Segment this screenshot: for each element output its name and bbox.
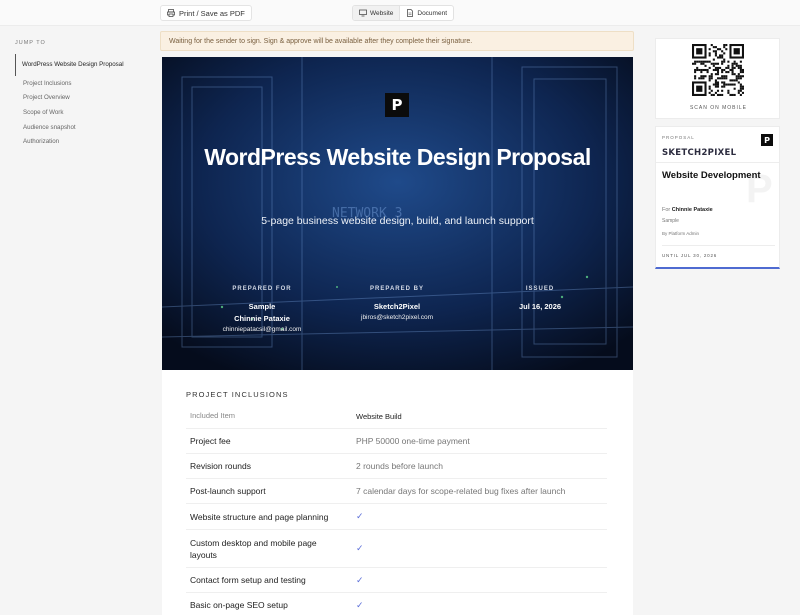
- proposal-logo: P: [761, 134, 773, 146]
- check-icon: ✓: [356, 511, 364, 521]
- toc-item-proposal[interactable]: WordPress Website Design Proposal: [15, 54, 135, 76]
- toc-item-project-overview[interactable]: Project Overview: [15, 91, 135, 106]
- column-header-item: Included Item: [190, 411, 236, 420]
- hero-section: NETWORK 3 P WordPress Website Design Pro…: [162, 57, 633, 370]
- proposal-subtitle: 5-page business website design, build, a…: [261, 215, 534, 227]
- print-save-pdf-button[interactable]: Print / Save as PDF: [160, 5, 252, 21]
- issued-block: ISSUED Jul 16, 2026: [465, 286, 615, 311]
- prepared-by-block: PREPARED BY Sketch2Pixel jbiros@sketch2p…: [322, 286, 472, 321]
- top-toolbar: Print / Save as PDF Website Document: [0, 0, 800, 26]
- issued-label: ISSUED: [525, 286, 555, 292]
- prepared-for-block: PREPARED FOR Sample Chinnie Pataxie chin…: [187, 286, 337, 333]
- proposal-for: For Chinnie Pataxie: [662, 207, 713, 213]
- prepared-for-name: Chinnie Pataxie: [234, 314, 290, 323]
- row-value: 7 calendar days for scope-related bug fi…: [356, 486, 566, 496]
- proposal-label: PROPOSAL: [662, 135, 695, 140]
- view-website-label: Website: [370, 9, 394, 17]
- row-item: Basic on-page SEO setup: [190, 600, 288, 610]
- table-row: Basic on-page SEO setup ✓: [186, 593, 607, 615]
- company-logo: P: [385, 93, 409, 117]
- view-website-button[interactable]: Website: [353, 6, 400, 20]
- table-row: Custom desktop and mobile page layouts ✓: [186, 530, 607, 568]
- view-document-button[interactable]: Document: [400, 6, 453, 20]
- for-prefix: For: [662, 207, 671, 213]
- prepared-for-company: Sample: [248, 302, 276, 311]
- view-document-label: Document: [417, 9, 447, 17]
- table-row: Post-launch support 7 calendar days for …: [186, 479, 607, 504]
- column-header-value: Website Build: [356, 411, 402, 421]
- prepared-by-email: jbiros@sketch2pixel.com: [361, 314, 433, 321]
- brand-name: SKETCH2PIXEL: [662, 148, 737, 158]
- row-item: Custom desktop and mobile page layouts: [190, 537, 317, 560]
- toc-item-authorization[interactable]: Authorization: [15, 134, 135, 149]
- prepared-by-company: Sketch2Pixel: [373, 302, 421, 311]
- banner-text: Waiting for the sender to sign. Sign & a…: [169, 37, 473, 45]
- check-icon: ✓: [356, 599, 364, 610]
- row-value: PHP 50000 one-time payment: [356, 436, 470, 446]
- row-item: Revision rounds: [190, 461, 251, 471]
- for-name: Chinnie Pataxie: [671, 207, 713, 213]
- jump-to-heading: JUMP TO: [15, 40, 46, 46]
- project-inclusions-section: PROJECT INCLUSIONS Included Item Website…: [162, 370, 633, 615]
- qr-code-image[interactable]: [692, 44, 744, 96]
- issued-date: Jul 16, 2026: [518, 302, 562, 311]
- table-row: Website structure and page planning ✓: [186, 504, 607, 530]
- check-icon: ✓: [356, 543, 364, 553]
- qr-code-card: SCAN ON MOBILE: [655, 38, 780, 119]
- row-item: Contact form setup and testing: [190, 575, 306, 585]
- row-item: Website structure and page planning: [190, 511, 329, 522]
- monitor-icon: [359, 9, 367, 17]
- inclusions-table: Included Item Website Build Project fee …: [186, 404, 607, 615]
- table-of-contents: WordPress Website Design Proposal Projec…: [15, 54, 135, 149]
- section-title: PROJECT INCLUSIONS: [186, 390, 289, 399]
- view-toggle: Website Document: [352, 5, 454, 21]
- table-row: Revision rounds 2 rounds before launch: [186, 454, 607, 479]
- toc-item-audience-snapshot[interactable]: Audience snapshot: [15, 120, 135, 135]
- signature-status-banner: Waiting for the sender to sign. Sign & a…: [160, 31, 634, 51]
- row-item: Project fee: [190, 436, 231, 446]
- row-item: Post-launch support: [190, 486, 266, 496]
- table-row: Contact form setup and testing ✓: [186, 568, 607, 593]
- toc-item-scope-of-work[interactable]: Scope of Work: [15, 105, 135, 120]
- proposal-card-title: Website Development: [662, 170, 761, 181]
- table-header-row: Included Item Website Build: [186, 404, 607, 429]
- qr-scan-label: SCAN ON MOBILE: [689, 105, 748, 111]
- document-icon: [407, 9, 414, 17]
- check-icon: ✓: [356, 574, 364, 585]
- prepared-for-email: chinniepatacsil@gmail.com: [222, 326, 302, 333]
- proposal-logo-glyph: P: [764, 135, 770, 145]
- printer-icon: [167, 9, 175, 17]
- proposal-company: Sample: [662, 218, 679, 224]
- prepared-by-label: PREPARED BY: [370, 286, 424, 292]
- proposal-title: WordPress Website Design Proposal: [204, 144, 591, 170]
- toc-item-project-inclusions[interactable]: Project Inclusions: [15, 76, 135, 91]
- prepared-for-label: PREPARED FOR: [232, 286, 292, 292]
- brand-divider: [656, 162, 779, 163]
- proposal-by: By Platform Admin: [662, 231, 700, 236]
- proposal-valid-until: UNTIL JUL 30, 2026: [662, 253, 718, 258]
- table-row: Project fee PHP 50000 one-time payment: [186, 429, 607, 454]
- card-divider: [662, 245, 775, 246]
- logo-glyph: P: [391, 96, 403, 114]
- print-label: Print / Save as PDF: [179, 8, 245, 18]
- proposal-summary-card[interactable]: P PROPOSAL P SKETCH2PIXEL Website Develo…: [655, 126, 780, 269]
- row-value: 2 rounds before launch: [356, 461, 443, 471]
